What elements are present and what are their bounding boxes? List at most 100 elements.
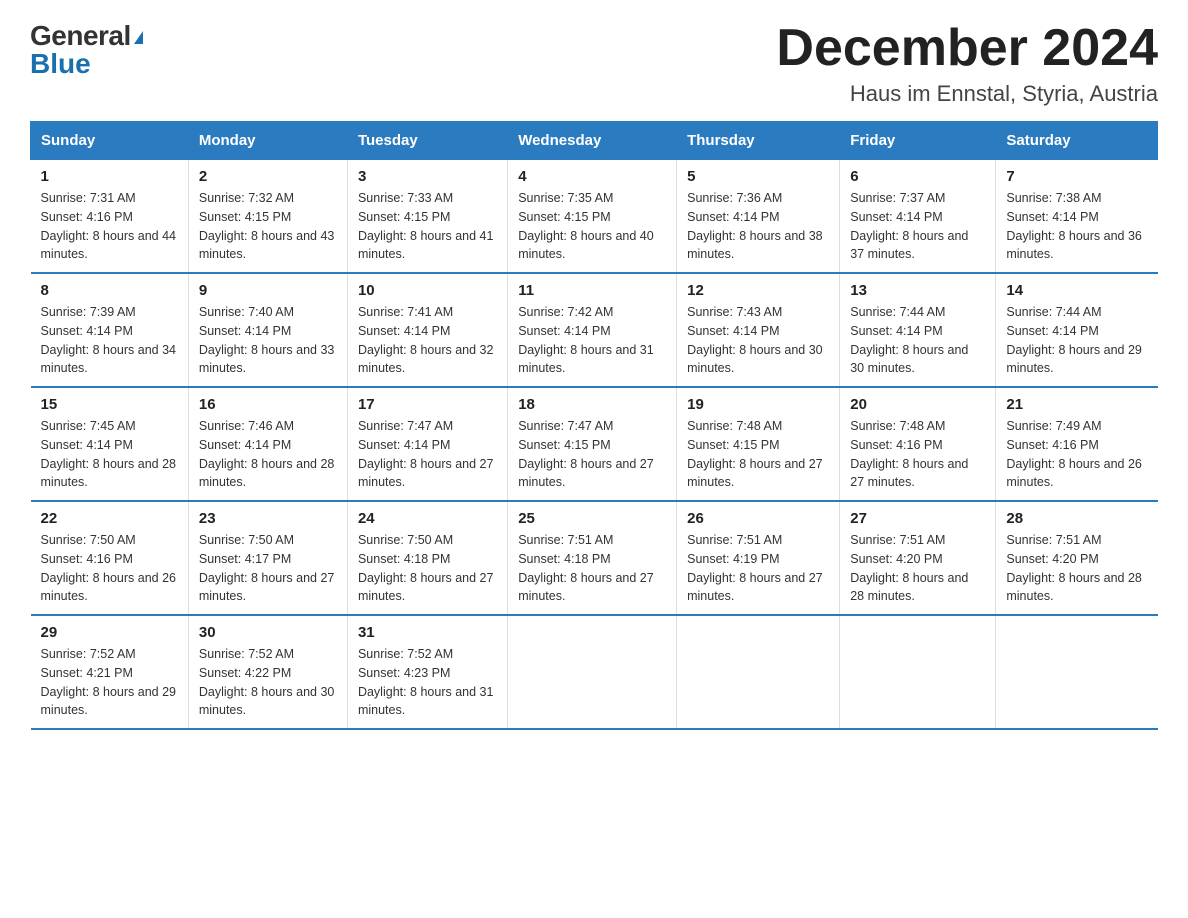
day-number: 19 [687,396,829,413]
calendar-cell: 1 Sunrise: 7:31 AMSunset: 4:16 PMDayligh… [31,160,189,274]
day-info: Sunrise: 7:31 AMSunset: 4:16 PMDaylight:… [41,191,177,261]
day-info: Sunrise: 7:37 AMSunset: 4:14 PMDaylight:… [850,191,968,261]
day-number: 2 [199,168,337,185]
day-number: 26 [687,510,829,527]
day-info: Sunrise: 7:47 AMSunset: 4:15 PMDaylight:… [518,419,654,489]
page-subtitle: Haus im Ennstal, Styria, Austria [776,81,1158,107]
calendar-table: SundayMondayTuesdayWednesdayThursdayFrid… [30,121,1158,730]
day-info: Sunrise: 7:48 AMSunset: 4:15 PMDaylight:… [687,419,823,489]
calendar-header-tuesday: Tuesday [347,122,507,160]
calendar-cell: 29 Sunrise: 7:52 AMSunset: 4:21 PMDaylig… [31,615,189,729]
day-info: Sunrise: 7:32 AMSunset: 4:15 PMDaylight:… [199,191,335,261]
calendar-cell: 19 Sunrise: 7:48 AMSunset: 4:15 PMDaylig… [677,387,840,501]
day-info: Sunrise: 7:50 AMSunset: 4:16 PMDaylight:… [41,533,177,603]
calendar-header-sunday: Sunday [31,122,189,160]
calendar-cell [508,615,677,729]
calendar-cell: 15 Sunrise: 7:45 AMSunset: 4:14 PMDaylig… [31,387,189,501]
calendar-cell: 25 Sunrise: 7:51 AMSunset: 4:18 PMDaylig… [508,501,677,615]
calendar-cell: 6 Sunrise: 7:37 AMSunset: 4:14 PMDayligh… [840,160,996,274]
logo-bottom: Blue [30,48,91,80]
day-info: Sunrise: 7:49 AMSunset: 4:16 PMDaylight:… [1006,419,1142,489]
day-info: Sunrise: 7:48 AMSunset: 4:16 PMDaylight:… [850,419,968,489]
day-number: 5 [687,168,829,185]
day-info: Sunrise: 7:40 AMSunset: 4:14 PMDaylight:… [199,305,335,375]
day-info: Sunrise: 7:33 AMSunset: 4:15 PMDaylight:… [358,191,494,261]
day-number: 7 [1006,168,1147,185]
calendar-cell: 12 Sunrise: 7:43 AMSunset: 4:14 PMDaylig… [677,273,840,387]
calendar-header-saturday: Saturday [996,122,1158,160]
day-info: Sunrise: 7:43 AMSunset: 4:14 PMDaylight:… [687,305,823,375]
calendar-cell: 31 Sunrise: 7:52 AMSunset: 4:23 PMDaylig… [347,615,507,729]
day-number: 15 [41,396,178,413]
day-info: Sunrise: 7:51 AMSunset: 4:18 PMDaylight:… [518,533,654,603]
day-number: 14 [1006,282,1147,299]
day-info: Sunrise: 7:51 AMSunset: 4:20 PMDaylight:… [850,533,968,603]
day-number: 10 [358,282,497,299]
day-number: 22 [41,510,178,527]
day-info: Sunrise: 7:51 AMSunset: 4:20 PMDaylight:… [1006,533,1142,603]
calendar-cell: 8 Sunrise: 7:39 AMSunset: 4:14 PMDayligh… [31,273,189,387]
day-number: 18 [518,396,666,413]
calendar-cell: 26 Sunrise: 7:51 AMSunset: 4:19 PMDaylig… [677,501,840,615]
day-info: Sunrise: 7:42 AMSunset: 4:14 PMDaylight:… [518,305,654,375]
logo: General Blue [30,20,143,80]
calendar-cell [996,615,1158,729]
calendar-cell: 16 Sunrise: 7:46 AMSunset: 4:14 PMDaylig… [188,387,347,501]
day-info: Sunrise: 7:52 AMSunset: 4:22 PMDaylight:… [199,647,335,717]
day-info: Sunrise: 7:35 AMSunset: 4:15 PMDaylight:… [518,191,654,261]
calendar-week-row: 8 Sunrise: 7:39 AMSunset: 4:14 PMDayligh… [31,273,1158,387]
calendar-cell: 5 Sunrise: 7:36 AMSunset: 4:14 PMDayligh… [677,160,840,274]
calendar-cell: 21 Sunrise: 7:49 AMSunset: 4:16 PMDaylig… [996,387,1158,501]
calendar-cell [840,615,996,729]
calendar-cell: 20 Sunrise: 7:48 AMSunset: 4:16 PMDaylig… [840,387,996,501]
page-title: December 2024 [776,20,1158,77]
calendar-week-row: 29 Sunrise: 7:52 AMSunset: 4:21 PMDaylig… [31,615,1158,729]
day-number: 3 [358,168,497,185]
calendar-cell [677,615,840,729]
day-number: 29 [41,624,178,641]
day-number: 28 [1006,510,1147,527]
calendar-header-monday: Monday [188,122,347,160]
day-info: Sunrise: 7:51 AMSunset: 4:19 PMDaylight:… [687,533,823,603]
day-number: 16 [199,396,337,413]
calendar-header-friday: Friday [840,122,996,160]
day-number: 20 [850,396,985,413]
calendar-cell: 11 Sunrise: 7:42 AMSunset: 4:14 PMDaylig… [508,273,677,387]
day-number: 31 [358,624,497,641]
calendar-header-row: SundayMondayTuesdayWednesdayThursdayFrid… [31,122,1158,160]
calendar-cell: 27 Sunrise: 7:51 AMSunset: 4:20 PMDaylig… [840,501,996,615]
day-info: Sunrise: 7:46 AMSunset: 4:14 PMDaylight:… [199,419,335,489]
calendar-cell: 18 Sunrise: 7:47 AMSunset: 4:15 PMDaylig… [508,387,677,501]
calendar-cell: 23 Sunrise: 7:50 AMSunset: 4:17 PMDaylig… [188,501,347,615]
calendar-week-row: 1 Sunrise: 7:31 AMSunset: 4:16 PMDayligh… [31,160,1158,274]
day-info: Sunrise: 7:44 AMSunset: 4:14 PMDaylight:… [1006,305,1142,375]
day-info: Sunrise: 7:50 AMSunset: 4:17 PMDaylight:… [199,533,335,603]
calendar-cell: 28 Sunrise: 7:51 AMSunset: 4:20 PMDaylig… [996,501,1158,615]
calendar-cell: 17 Sunrise: 7:47 AMSunset: 4:14 PMDaylig… [347,387,507,501]
calendar-week-row: 15 Sunrise: 7:45 AMSunset: 4:14 PMDaylig… [31,387,1158,501]
day-number: 4 [518,168,666,185]
day-number: 12 [687,282,829,299]
day-info: Sunrise: 7:45 AMSunset: 4:14 PMDaylight:… [41,419,177,489]
title-block: December 2024 Haus im Ennstal, Styria, A… [776,20,1158,107]
calendar-cell: 3 Sunrise: 7:33 AMSunset: 4:15 PMDayligh… [347,160,507,274]
day-number: 21 [1006,396,1147,413]
day-info: Sunrise: 7:50 AMSunset: 4:18 PMDaylight:… [358,533,494,603]
calendar-header-thursday: Thursday [677,122,840,160]
calendar-cell: 9 Sunrise: 7:40 AMSunset: 4:14 PMDayligh… [188,273,347,387]
calendar-week-row: 22 Sunrise: 7:50 AMSunset: 4:16 PMDaylig… [31,501,1158,615]
day-info: Sunrise: 7:38 AMSunset: 4:14 PMDaylight:… [1006,191,1142,261]
calendar-cell: 13 Sunrise: 7:44 AMSunset: 4:14 PMDaylig… [840,273,996,387]
day-number: 9 [199,282,337,299]
day-number: 17 [358,396,497,413]
day-number: 27 [850,510,985,527]
calendar-cell: 24 Sunrise: 7:50 AMSunset: 4:18 PMDaylig… [347,501,507,615]
day-number: 23 [199,510,337,527]
day-number: 25 [518,510,666,527]
calendar-cell: 7 Sunrise: 7:38 AMSunset: 4:14 PMDayligh… [996,160,1158,274]
day-number: 30 [199,624,337,641]
page-header: General Blue December 2024 Haus im Ennst… [30,20,1158,107]
calendar-header-wednesday: Wednesday [508,122,677,160]
day-number: 6 [850,168,985,185]
day-info: Sunrise: 7:36 AMSunset: 4:14 PMDaylight:… [687,191,823,261]
